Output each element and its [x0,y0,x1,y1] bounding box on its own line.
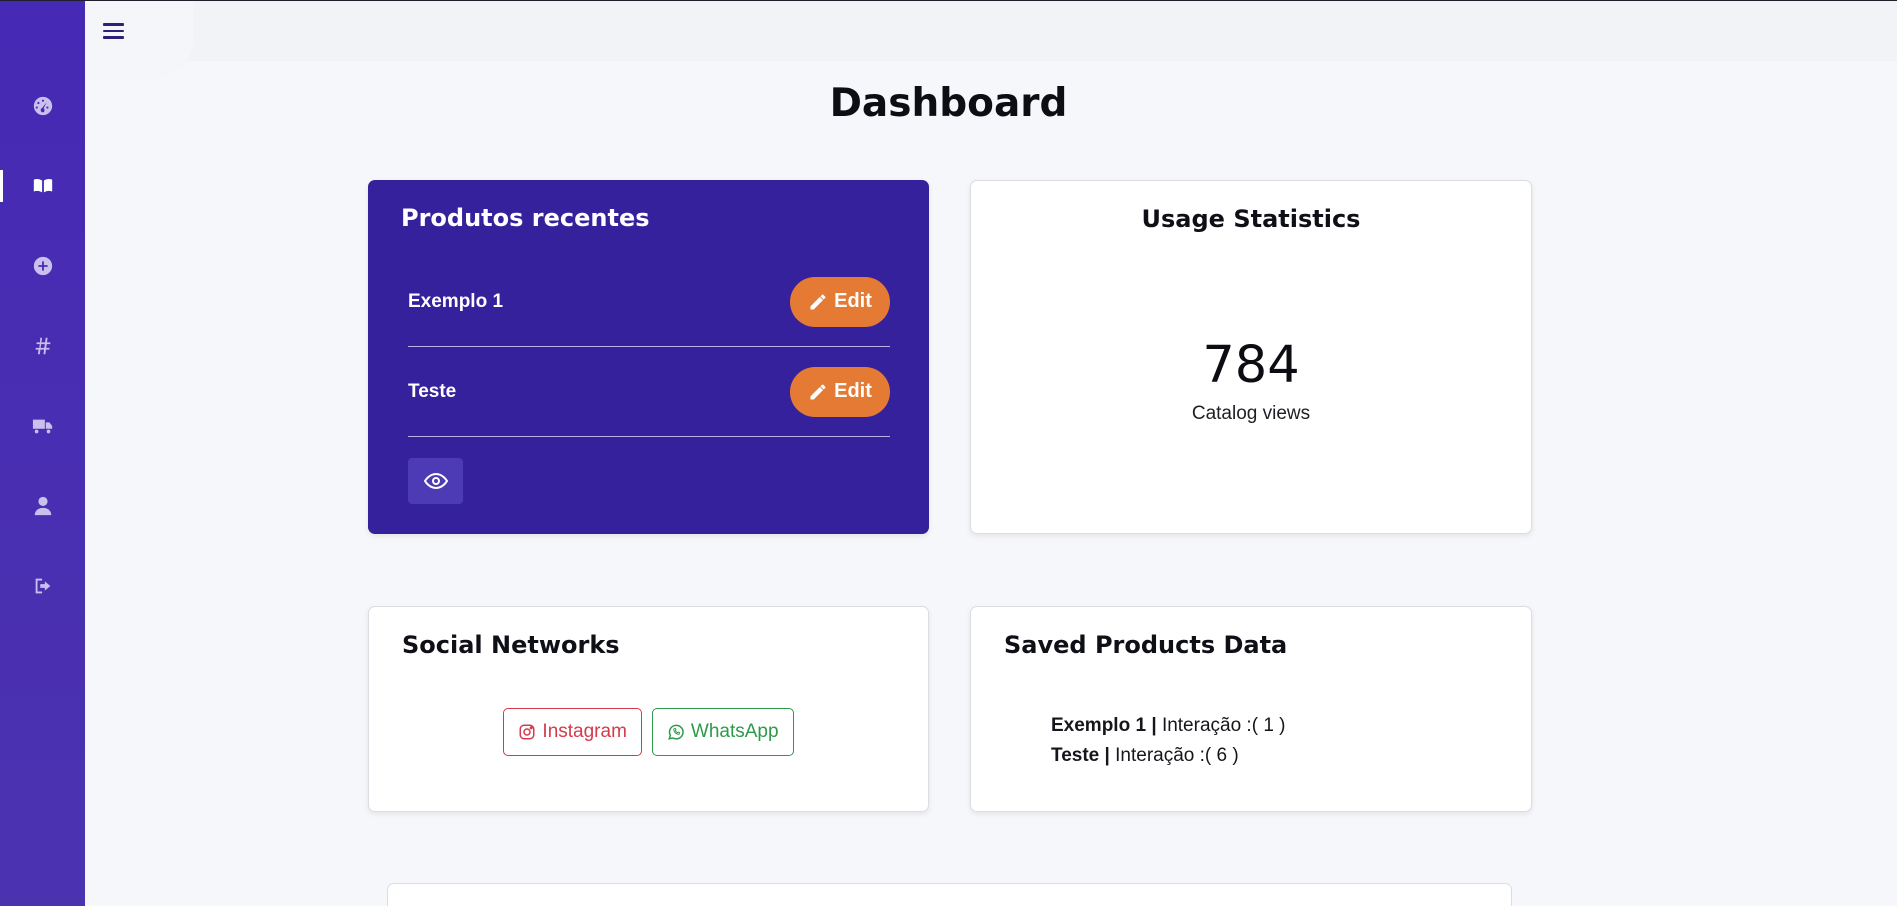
whatsapp-label: WhatsApp [690,721,779,742]
product-name: Exemplo 1 [408,290,504,312]
catalog-views-label: Catalog views [1191,403,1311,424]
interaction-count: ( 1 ) [1251,715,1286,736]
user-icon [34,496,51,516]
pencil-icon [810,294,826,309]
edit-button[interactable]: Edit [790,366,890,417]
saved-products-card: Saved Products Data Exemplo 1 | Interaçã… [970,606,1532,812]
interaction-count: ( 6 ) [1204,745,1239,766]
product-name: Teste [408,380,457,402]
interaction-label: Interação : [1115,745,1205,766]
list-item: Exemplo 1 | Interação :( 1 ) [1051,711,1286,741]
interaction-label: Interação : [1161,715,1252,736]
saved-product-name: Teste [1051,745,1100,766]
social-buttons: Instagram WhatsApp [369,708,928,756]
edit-button-label: Edit [834,380,872,402]
recent-products-title: Produtos recentes [401,204,650,232]
edit-button[interactable]: Edit [790,276,890,327]
sidebar-item-logout[interactable] [0,566,85,606]
whatsapp-icon [668,724,684,740]
sidebar-item-catalog[interactable] [0,166,85,206]
usage-statistics-title: Usage Statistics [1141,205,1361,233]
list-item: Teste | Interação :( 6 ) [1051,741,1286,771]
sidebar [0,1,85,906]
menu-toggle-button[interactable] [85,1,193,79]
page-title: Dashboard [829,81,1068,126]
plus-circle-icon [33,256,52,276]
book-icon [33,178,52,193]
view-all-button[interactable] [408,458,463,504]
sidebar-item-add[interactable] [0,246,85,286]
truck-icon [32,419,52,434]
sidebar-item-shipping[interactable] [0,406,85,446]
top-bar [85,1,1897,61]
instagram-label: Instagram [542,721,627,742]
logout-icon [35,578,50,594]
pencil-icon [810,384,826,399]
saved-products-list: Exemplo 1 | Interação :( 1 ) Teste | Int… [1051,711,1286,771]
bottom-card [387,883,1512,906]
instagram-button[interactable]: Instagram [503,708,642,756]
hamburger-icon [102,19,124,43]
saved-product-name: Exemplo 1 [1051,715,1147,736]
separator: | [1104,745,1110,766]
recent-products-card: Produtos recentes Exemplo 1 Edit Teste E… [368,180,929,534]
list-item: Exemplo 1 Edit [408,257,890,347]
social-networks-card: Social Networks Instagram WhatsApp [368,606,929,812]
sidebar-item-tags[interactable] [0,326,85,366]
saved-products-title: Saved Products Data [1004,631,1288,659]
list-item: Teste Edit [408,347,890,437]
hashtag-icon [35,337,50,355]
usage-statistics-card: Usage Statistics 784 Catalog views [970,180,1532,534]
whatsapp-button[interactable]: WhatsApp [651,708,794,756]
catalog-views-count: 784 [1202,336,1300,395]
sidebar-item-profile[interactable] [0,486,85,526]
eye-icon [423,472,448,490]
separator: | [1151,715,1157,736]
edit-button-label: Edit [834,290,872,312]
social-networks-title: Social Networks [402,631,620,659]
instagram-icon [519,724,535,740]
